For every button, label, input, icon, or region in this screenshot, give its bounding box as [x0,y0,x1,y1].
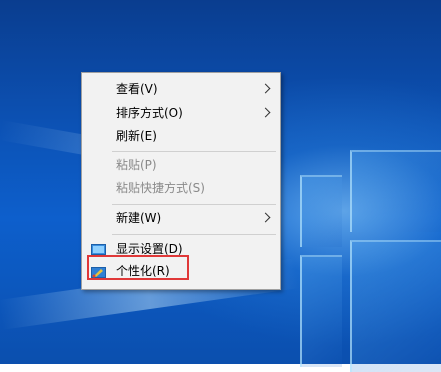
menu-item-view[interactable]: 查看(V) [82,78,280,100]
menu-separator [112,234,276,235]
menu-item-refresh[interactable]: 刷新(E) [82,125,280,147]
menu-item-label: 粘贴(P) [116,158,157,172]
chevron-right-icon [260,107,271,118]
display-settings-icon [91,242,106,257]
highlight-annotation-box [87,255,189,280]
menu-item-new[interactable]: 新建(W) [82,207,280,229]
menu-item-paste-shortcut: 粘贴快捷方式(S) [82,177,280,199]
menu-item-sort-by[interactable]: 排序方式(O) [82,102,280,124]
wallpaper-window-pane [350,240,441,372]
menu-separator [112,151,276,152]
menu-item-label: 新建(W) [116,211,162,225]
wallpaper-window-pane [300,255,342,367]
chevron-right-icon [260,212,271,223]
wallpaper-window-pane [350,150,441,232]
wallpaper-window-pane [300,175,342,247]
menu-item-label: 粘贴快捷方式(S) [116,181,205,195]
menu-item-label: 刷新(E) [116,129,157,143]
chevron-right-icon [260,83,271,94]
menu-item-paste: 粘贴(P) [82,154,280,176]
menu-item-label: 排序方式(O) [116,106,183,120]
menu-separator [112,204,276,205]
menu-item-label: 查看(V) [116,82,158,96]
